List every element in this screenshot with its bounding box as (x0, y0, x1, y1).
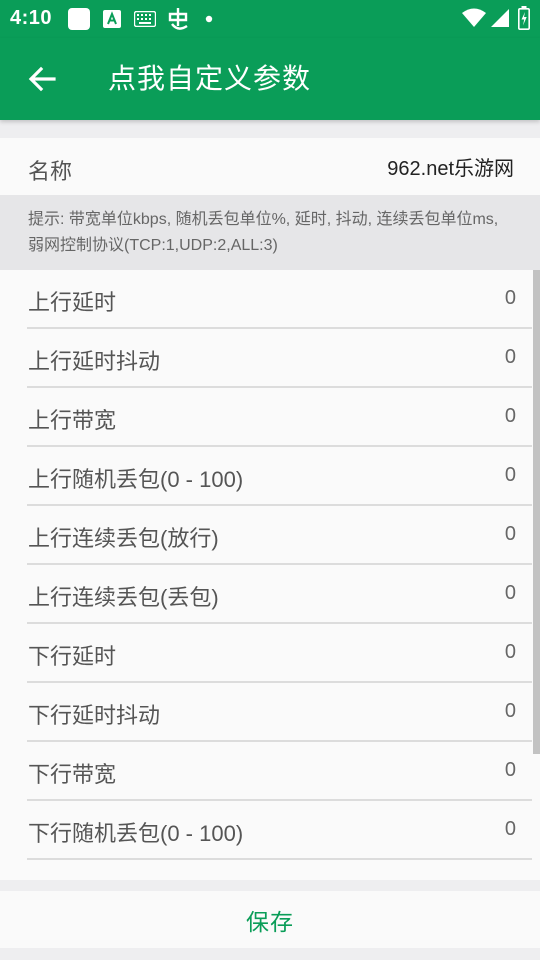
param-label: 上行带宽 (28, 408, 117, 433)
param-row (27, 860, 532, 880)
param-label: 上行连续丢包(放行) (28, 526, 219, 551)
name-input[interactable] (214, 149, 514, 183)
param-value-input[interactable] (436, 636, 516, 668)
hint-text: 提示: 带宽单位kbps, 随机丢包单位%, 延时, 抖动, 连续丢包单位ms,… (28, 211, 499, 254)
save-label: 保存 (246, 908, 294, 935)
param-value-input[interactable] (436, 341, 516, 373)
keyboard-icon (134, 11, 156, 27)
arrow-back-icon (28, 66, 56, 92)
param-label: 上行延时抖动 (28, 349, 161, 374)
param-value-input[interactable] (436, 577, 516, 609)
param-row: 上行连续丢包(放行) (27, 506, 532, 565)
param-value-input[interactable] (436, 872, 516, 880)
notification-square-icon (68, 8, 90, 30)
param-value-input[interactable] (436, 400, 516, 432)
param-label: 下行带宽 (28, 762, 117, 787)
back-button[interactable] (18, 55, 66, 103)
wifi-icon (462, 8, 486, 27)
param-value-input[interactable] (436, 813, 516, 845)
param-label: 上行延时 (28, 290, 117, 315)
battery-icon (518, 6, 530, 30)
param-label: 下行延时抖动 (28, 703, 161, 728)
param-label: 下行延时 (28, 644, 117, 669)
param-row: 下行随机丢包(0 - 100) (27, 801, 532, 860)
param-row: 下行延时 (27, 624, 532, 683)
param-list[interactable]: 上行延时 上行延时抖动 上行带宽 上行随机丢包(0 - 100) 上行连续丢包(… (0, 270, 540, 880)
param-value-input[interactable] (436, 459, 516, 491)
status-bar: 4:10 (0, 0, 540, 38)
a-box-icon (103, 10, 121, 28)
status-time: 4:10 (10, 7, 53, 29)
name-row: 名称 (0, 138, 540, 195)
hint-box: 提示: 带宽单位kbps, 随机丢包单位%, 延时, 抖动, 连续丢包单位ms,… (0, 195, 540, 271)
param-label: 下行随机丢包(0 - 100) (28, 821, 244, 846)
name-label: 名称 (28, 159, 73, 184)
param-value-input[interactable] (436, 695, 516, 727)
dot-icon (205, 15, 213, 23)
scrollbar[interactable] (533, 270, 540, 754)
param-value-input[interactable] (436, 754, 516, 786)
app-bar: 点我自定义参数 (0, 38, 540, 120)
param-label: 上行随机丢包(0 - 100) (28, 467, 244, 492)
param-label: 上行连续丢包(丢包) (28, 585, 219, 610)
signal-icon (491, 9, 509, 27)
page-title: 点我自定义参数 (108, 63, 312, 94)
bug-icon (168, 8, 188, 30)
param-value-input[interactable] (436, 282, 516, 314)
param-row: 上行随机丢包(0 - 100) (27, 447, 532, 506)
param-row: 上行连续丢包(丢包) (27, 565, 532, 624)
param-row: 下行带宽 (27, 742, 532, 801)
save-button[interactable]: 保存 (0, 891, 540, 948)
param-row: 下行延时抖动 (27, 683, 532, 742)
param-value-input[interactable] (436, 518, 516, 550)
param-row: 上行延时抖动 (27, 329, 532, 388)
param-row: 上行延时 (27, 270, 532, 329)
param-row: 上行带宽 (27, 388, 532, 447)
